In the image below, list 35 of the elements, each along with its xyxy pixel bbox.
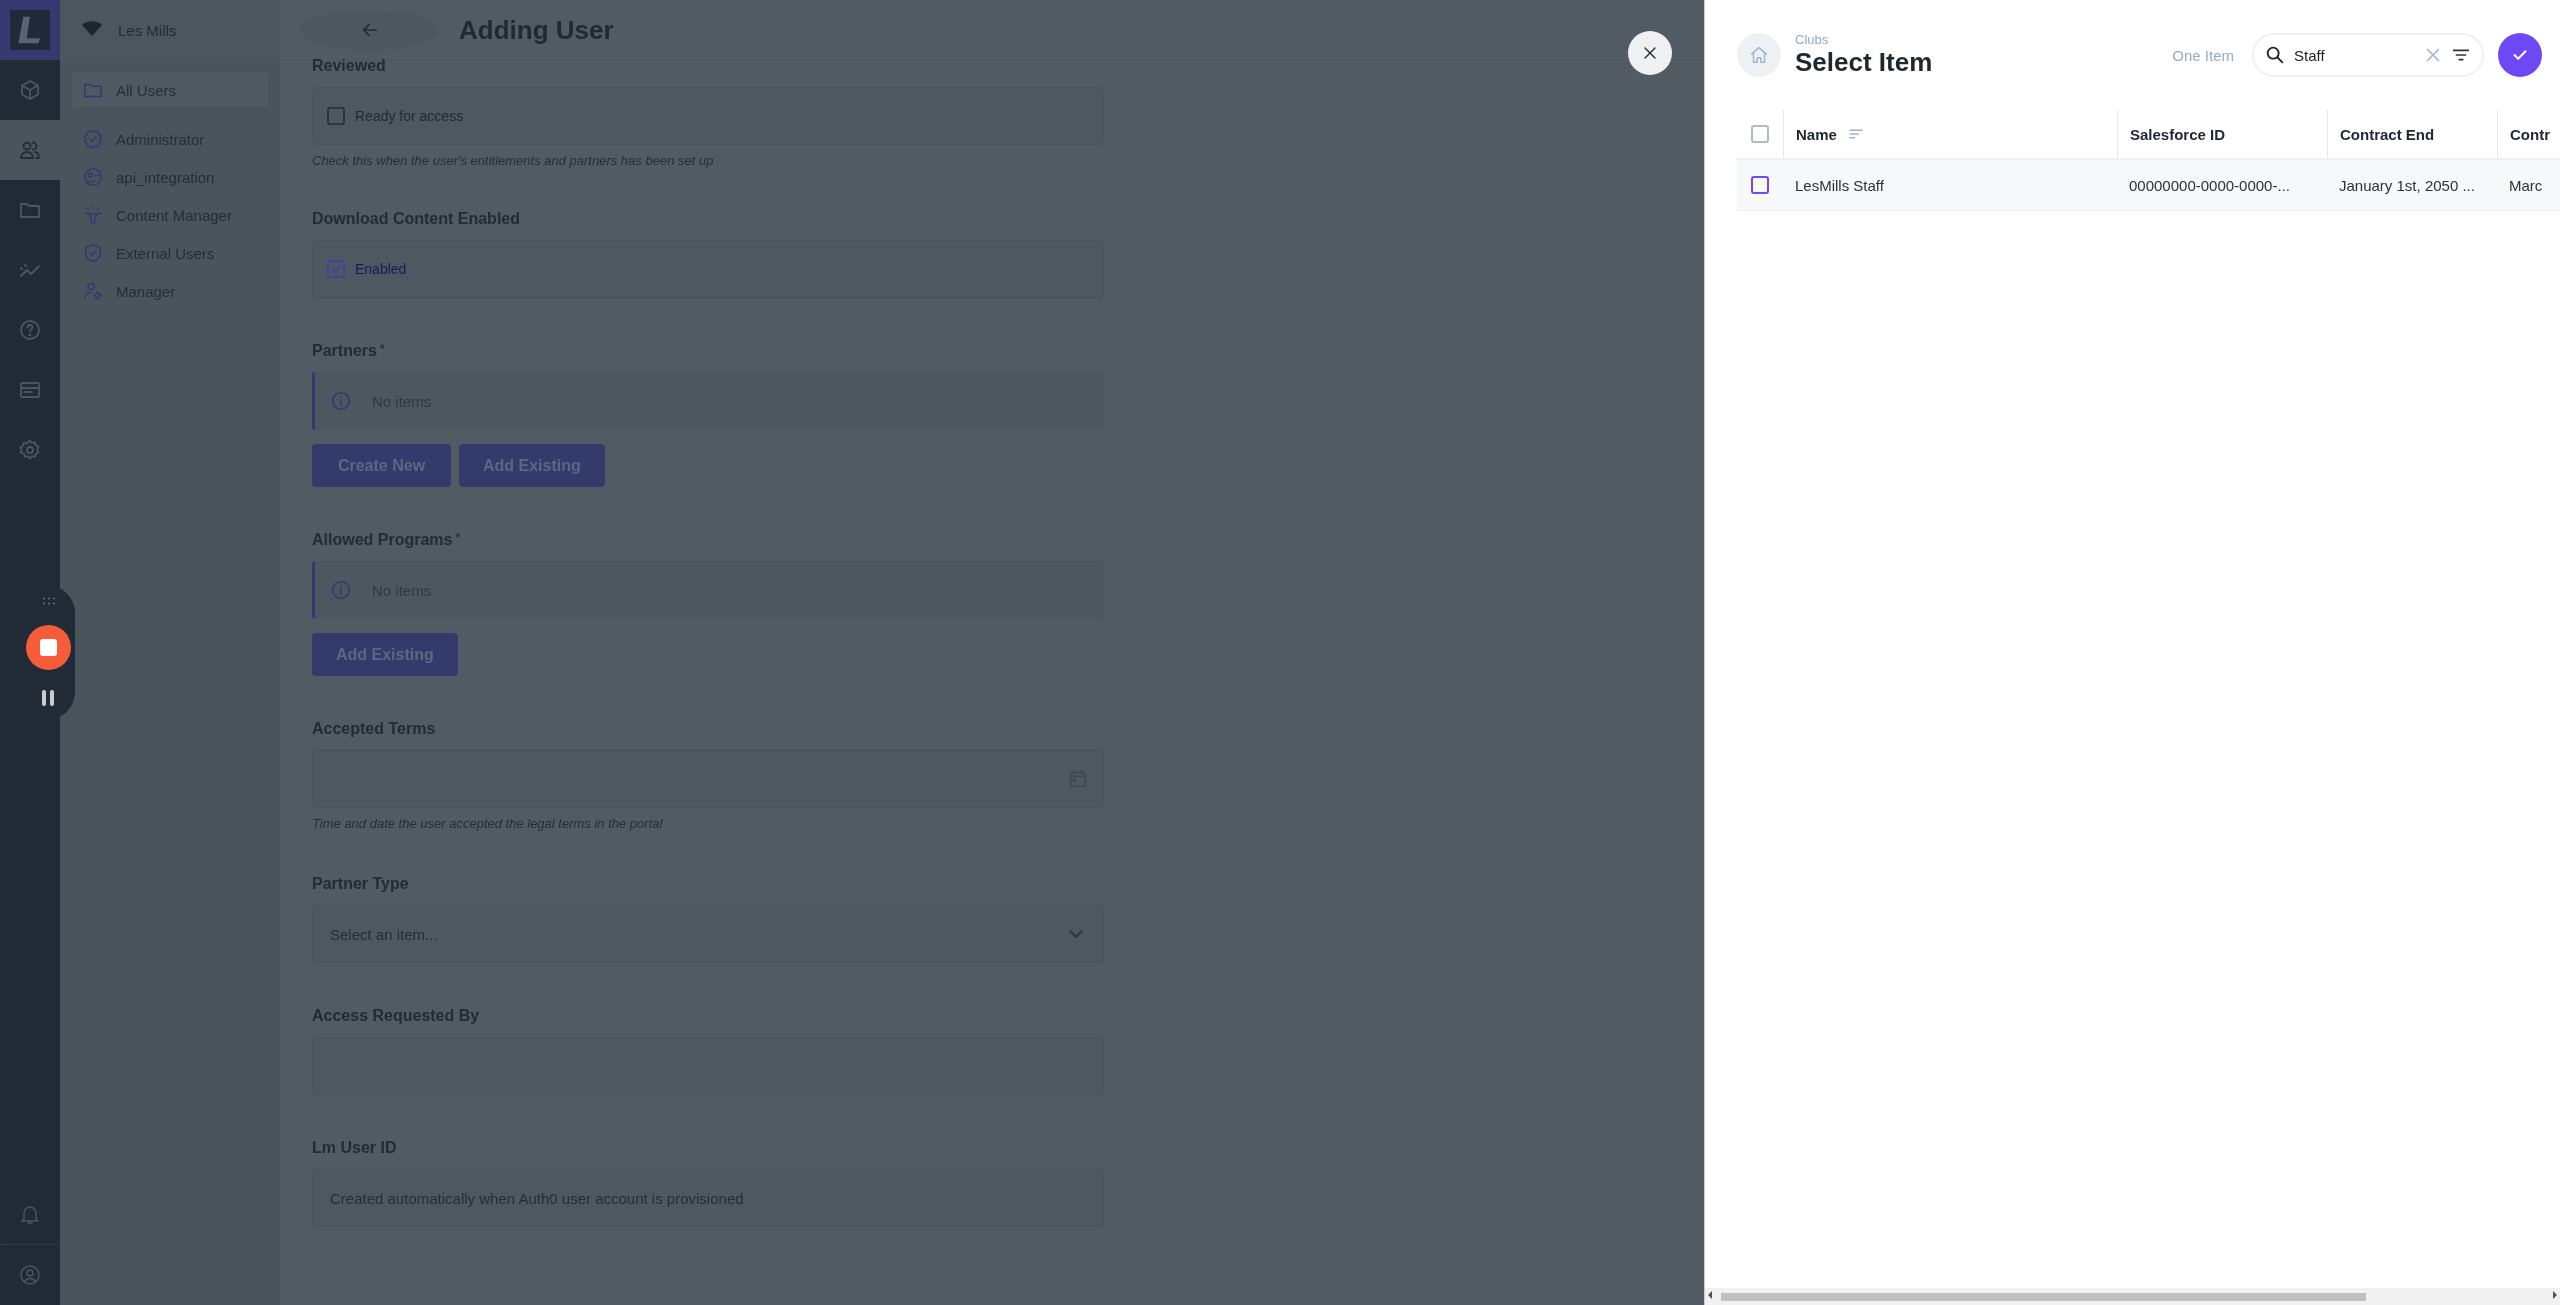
stop-recording-button[interactable] xyxy=(26,625,71,670)
search-icon xyxy=(2264,44,2286,66)
checkbox-label: Enabled xyxy=(355,261,407,277)
required-mark: * xyxy=(455,531,461,547)
panel-title: Select Item xyxy=(1795,47,1934,78)
required-mark: * xyxy=(379,342,385,358)
info-icon xyxy=(330,390,352,412)
shield-icon xyxy=(82,242,104,264)
pause-button[interactable] xyxy=(41,690,56,706)
chevron-down-icon xyxy=(1069,930,1083,938)
table-cell: LesMills Staff xyxy=(1795,176,1884,194)
table-cell: Marc xyxy=(2509,176,2543,194)
checkbox[interactable] xyxy=(327,260,345,278)
info-icon xyxy=(330,579,352,601)
users-icon[interactable] xyxy=(0,120,60,180)
table-cell: January 1st, 2050 ... xyxy=(2339,176,2475,194)
table-row[interactable]: LesMills Staff 00000000-0000-0000-... January 1st, 2050 ... Marc xyxy=(1737,158,2560,211)
checkbox[interactable] xyxy=(1751,125,1769,143)
breadcrumb-link[interactable]: Clubs xyxy=(1795,32,2159,47)
logo-icon[interactable] xyxy=(10,10,50,50)
spark-icon xyxy=(82,204,104,226)
horizontal-scrollbar[interactable] xyxy=(1705,1288,2560,1305)
checkbox[interactable] xyxy=(327,107,345,125)
usergear-icon xyxy=(82,280,104,302)
home-button[interactable] xyxy=(1737,33,1781,77)
search-bar[interactable]: Staff xyxy=(2252,33,2484,77)
home-icon xyxy=(1748,44,1770,66)
bot-icon xyxy=(82,166,104,188)
confirm-button[interactable] xyxy=(2498,33,2542,77)
badge-icon xyxy=(82,128,104,150)
grip-icon[interactable] xyxy=(41,597,56,605)
checkbox[interactable] xyxy=(1751,176,1769,194)
table-cell: 00000000-0000-0000-... xyxy=(2129,176,2290,194)
item-count: One Item xyxy=(2172,46,2234,64)
checkbox-field[interactable]: Enabled xyxy=(312,240,1104,298)
